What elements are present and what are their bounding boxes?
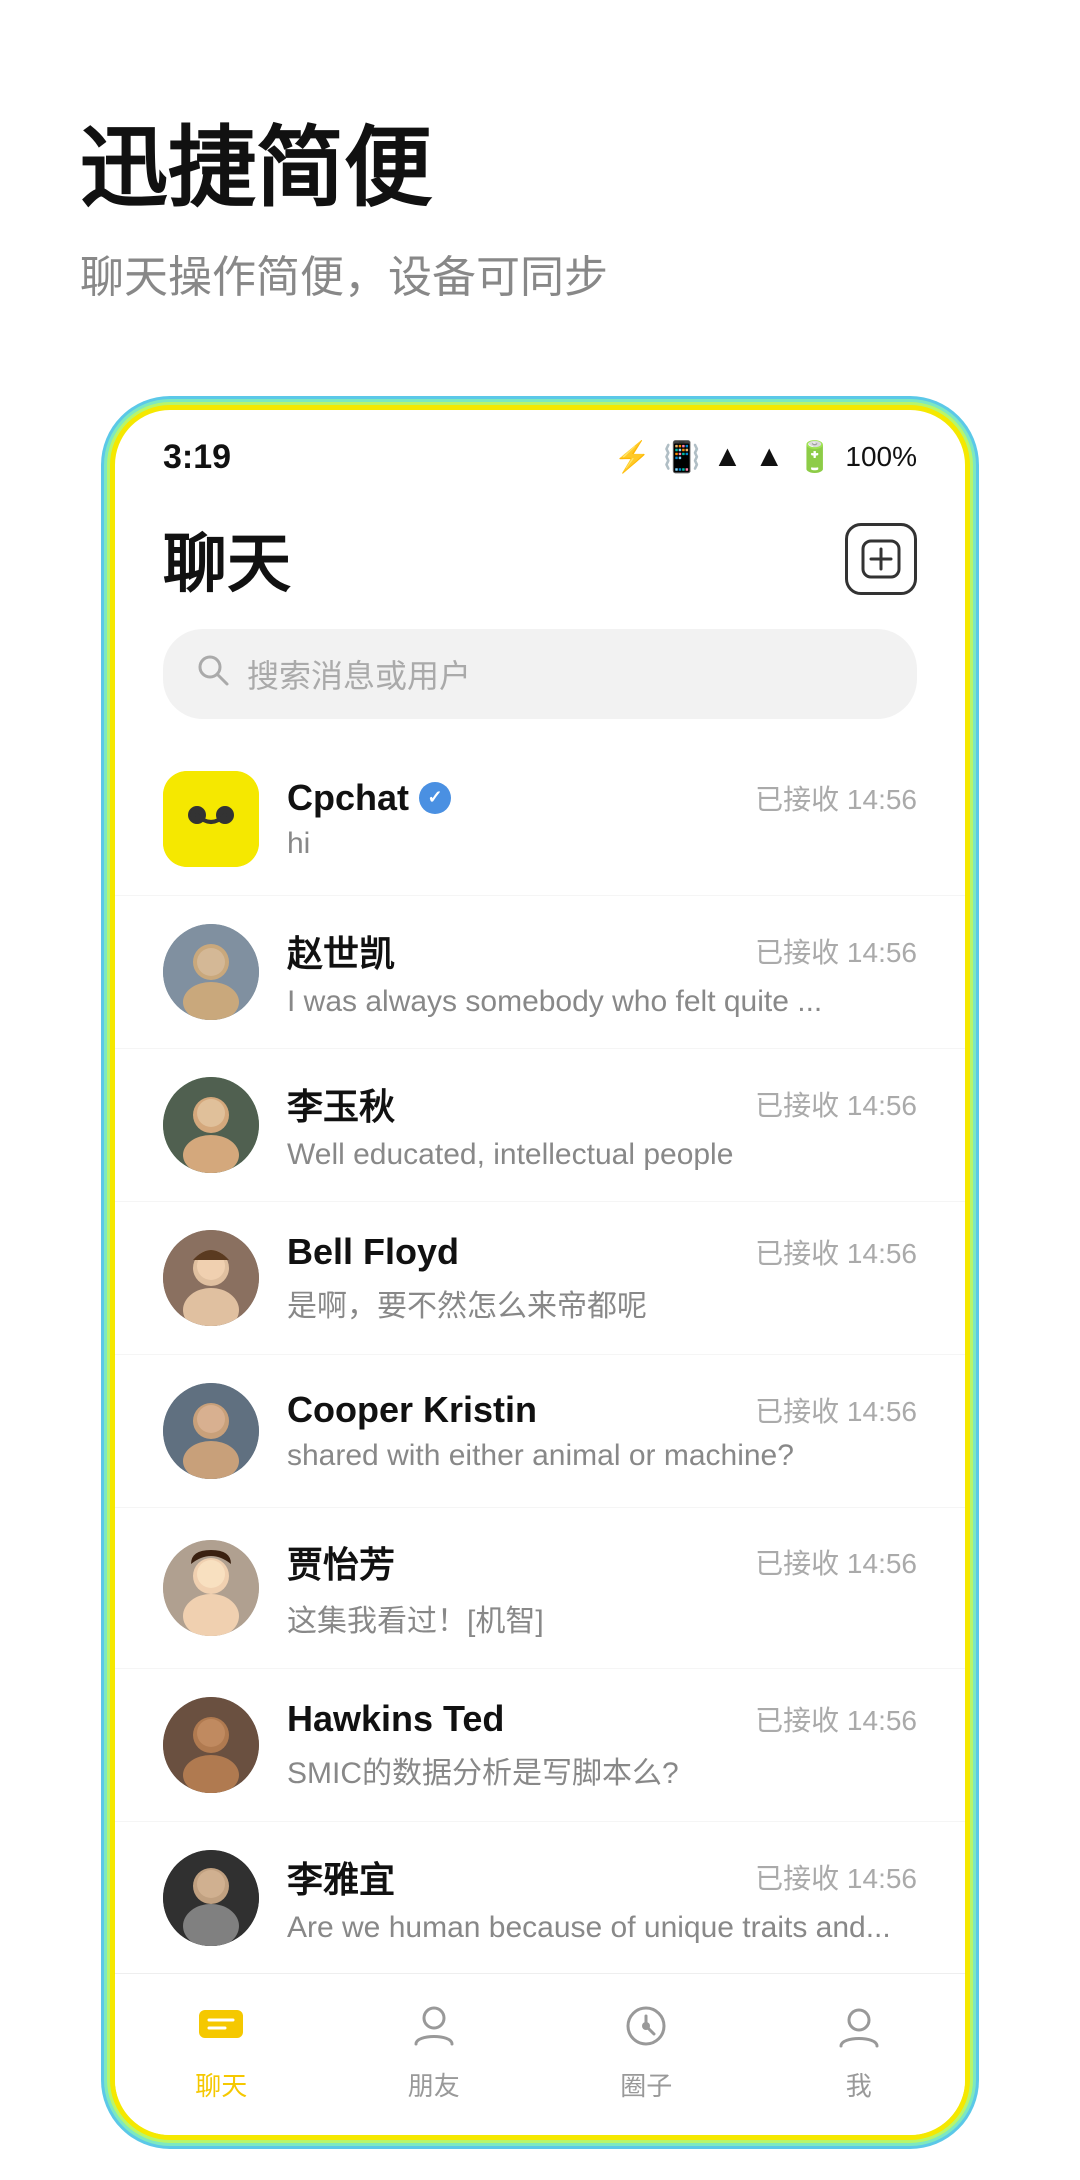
circle-nav-icon (614, 1994, 678, 2058)
search-bar[interactable]: 搜索消息或用户 (163, 629, 917, 719)
chat-meta-cpchat: 已接收 14:56 (755, 778, 917, 818)
me-nav-icon (827, 1994, 891, 2058)
chat-meta-jiayifang: 已接收 14:56 (755, 1542, 917, 1582)
chat-name-cooperk: Cooper Kristin (287, 1389, 537, 1431)
avatar-liyuqiu (163, 1077, 259, 1173)
chat-item-liyuqiu[interactable]: 李玉秋 已接收 14:56 Well educated, intellectua… (115, 1049, 965, 1202)
chat-content-jiayifang: 贾怡芳 已接收 14:56 这集我看过！[机智] (287, 1536, 917, 1640)
wifi-icon: ▲ (713, 440, 743, 474)
avatar-cooperk (163, 1383, 259, 1479)
status-time: 3:19 (163, 438, 231, 477)
chat-preview-liyuqiu: Well educated, intellectual people (287, 1138, 917, 1172)
chat-top-row: Bell Floyd 已接收 14:56 (287, 1231, 917, 1273)
friends-nav-icon (402, 1994, 466, 2058)
chat-name-jiayifang: 贾怡芳 (287, 1536, 395, 1588)
signal-icon: ▲ (754, 440, 784, 474)
chat-top-row: 贾怡芳 已接收 14:56 (287, 1536, 917, 1588)
chat-item-cooperk[interactable]: Cooper Kristin 已接收 14:56 shared with eit… (115, 1355, 965, 1508)
chat-content-cpchat: Cpchat✓ 已接收 14:56 hi (287, 777, 917, 861)
nav-label-friends: 朋友 (408, 2066, 460, 2103)
bluetooth-icon: ⚡ (614, 440, 651, 475)
battery-level: 100% (845, 441, 917, 473)
nav-label-chat: 聊天 (195, 2066, 247, 2103)
chat-meta-bellfloyd: 已接收 14:56 (755, 1232, 917, 1272)
battery-icon: 🔋 (796, 440, 833, 475)
avatar-bellfloyd (163, 1230, 259, 1326)
chat-name-liyuqiu: 李玉秋 (287, 1078, 395, 1130)
status-icons: ⚡ 📳 ▲ ▲ 🔋 100% (614, 440, 917, 475)
bottom-nav: 聊天 朋友 圈子 (115, 1973, 965, 2135)
avatar-cpchat (163, 771, 259, 867)
chat-content-bellfloyd: Bell Floyd 已接收 14:56 是啊，要不然怎么来帝都呢 (287, 1231, 917, 1325)
chat-top-row: 赵世凯 已接收 14:56 (287, 925, 917, 977)
chat-item-liyayi[interactable]: 李雅宜 已接收 14:56 Are we human because of un… (115, 1822, 965, 1975)
chat-item-cpchat[interactable]: Cpchat✓ 已接收 14:56 hi (115, 743, 965, 896)
page-subtitle: 聊天操作简便，设备可同步 (80, 241, 1000, 305)
chat-preview-hawkinsted: SMIC的数据分析是写脚本么? (287, 1748, 917, 1792)
app-header-title: 聊天 (163, 513, 291, 605)
verified-badge: ✓ (419, 782, 451, 814)
nav-label-circle: 圈子 (620, 2066, 672, 2103)
chat-name-hawkinsted: Hawkins Ted (287, 1698, 504, 1740)
chat-top-row: 李雅宜 已接收 14:56 (287, 1851, 917, 1903)
nav-item-me[interactable]: 我 (799, 1994, 919, 2103)
avatar-jiayifang (163, 1540, 259, 1636)
chat-meta-liyuqiu: 已接收 14:56 (755, 1084, 917, 1124)
chat-item-jiayifang[interactable]: 贾怡芳 已接收 14:56 这集我看过！[机智] (115, 1508, 965, 1669)
chat-meta-cooperk: 已接收 14:56 (755, 1390, 917, 1430)
avatar-liyayi (163, 1850, 259, 1946)
chat-item-hawkinsted[interactable]: Hawkins Ted 已接收 14:56 SMIC的数据分析是写脚本么? (115, 1669, 965, 1822)
chat-content-zhaosk: 赵世凯 已接收 14:56 I was always somebody who … (287, 925, 917, 1019)
chat-meta-zhaosk: 已接收 14:56 (755, 931, 917, 971)
chat-content-liyuqiu: 李玉秋 已接收 14:56 Well educated, intellectua… (287, 1078, 917, 1172)
chat-preview-cooperk: shared with either animal or machine? (287, 1439, 917, 1473)
nav-item-chat[interactable]: 聊天 (161, 1994, 281, 2103)
chat-preview-cpchat: hi (287, 827, 917, 861)
chat-name-bellfloyd: Bell Floyd (287, 1231, 459, 1273)
chat-nav-icon (189, 1994, 253, 2058)
chat-content-hawkinsted: Hawkins Ted 已接收 14:56 SMIC的数据分析是写脚本么? (287, 1698, 917, 1792)
nav-item-circle[interactable]: 圈子 (586, 1994, 706, 2103)
phone-mockup: 3:19 ⚡ 📳 ▲ ▲ 🔋 100% 聊天 搜索消息或用户 (110, 405, 970, 2140)
avatar-hawkinsted (163, 1697, 259, 1793)
add-chat-button[interactable] (845, 523, 917, 595)
chat-name-cpchat: Cpchat✓ (287, 777, 451, 819)
chat-top-row: Cooper Kristin 已接收 14:56 (287, 1389, 917, 1431)
status-bar: 3:19 ⚡ 📳 ▲ ▲ 🔋 100% (115, 410, 965, 493)
chat-top-row: 李玉秋 已接收 14:56 (287, 1078, 917, 1130)
chat-top-row: Cpchat✓ 已接收 14:56 (287, 777, 917, 819)
search-input: 搜索消息或用户 (247, 651, 471, 697)
chat-content-cooperk: Cooper Kristin 已接收 14:56 shared with eit… (287, 1389, 917, 1473)
chat-name-liyayi: 李雅宜 (287, 1851, 395, 1903)
chat-preview-bellfloyd: 是啊，要不然怎么来帝都呢 (287, 1281, 917, 1325)
chat-item-bellfloyd[interactable]: Bell Floyd 已接收 14:56 是啊，要不然怎么来帝都呢 (115, 1202, 965, 1355)
chat-list: Cpchat✓ 已接收 14:56 hi 赵世凯 已接收 14:56 I was… (115, 743, 965, 2135)
chat-meta-liyayi: 已接收 14:56 (755, 1857, 917, 1897)
chat-preview-liyayi: Are we human because of unique traits an… (287, 1911, 917, 1945)
avatar-zhaosk (163, 924, 259, 1020)
page-header: 迅捷简便 聊天操作简便，设备可同步 (0, 0, 1080, 365)
chat-meta-hawkinsted: 已接收 14:56 (755, 1699, 917, 1739)
chat-name-zhaosk: 赵世凯 (287, 925, 395, 977)
vibrate-icon: 📳 (663, 440, 700, 475)
search-icon (195, 652, 231, 696)
nav-label-me: 我 (846, 2066, 872, 2103)
chat-preview-zhaosk: I was always somebody who felt quite ... (287, 985, 917, 1019)
chat-preview-jiayifang: 这集我看过！[机智] (287, 1596, 917, 1640)
chat-top-row: Hawkins Ted 已接收 14:56 (287, 1698, 917, 1740)
nav-item-friends[interactable]: 朋友 (374, 1994, 494, 2103)
chat-item-zhaosk[interactable]: 赵世凯 已接收 14:56 I was always somebody who … (115, 896, 965, 1049)
page-title: 迅捷简便 (80, 120, 1000, 217)
app-header: 聊天 (115, 493, 965, 629)
chat-content-liyayi: 李雅宜 已接收 14:56 Are we human because of un… (287, 1851, 917, 1945)
